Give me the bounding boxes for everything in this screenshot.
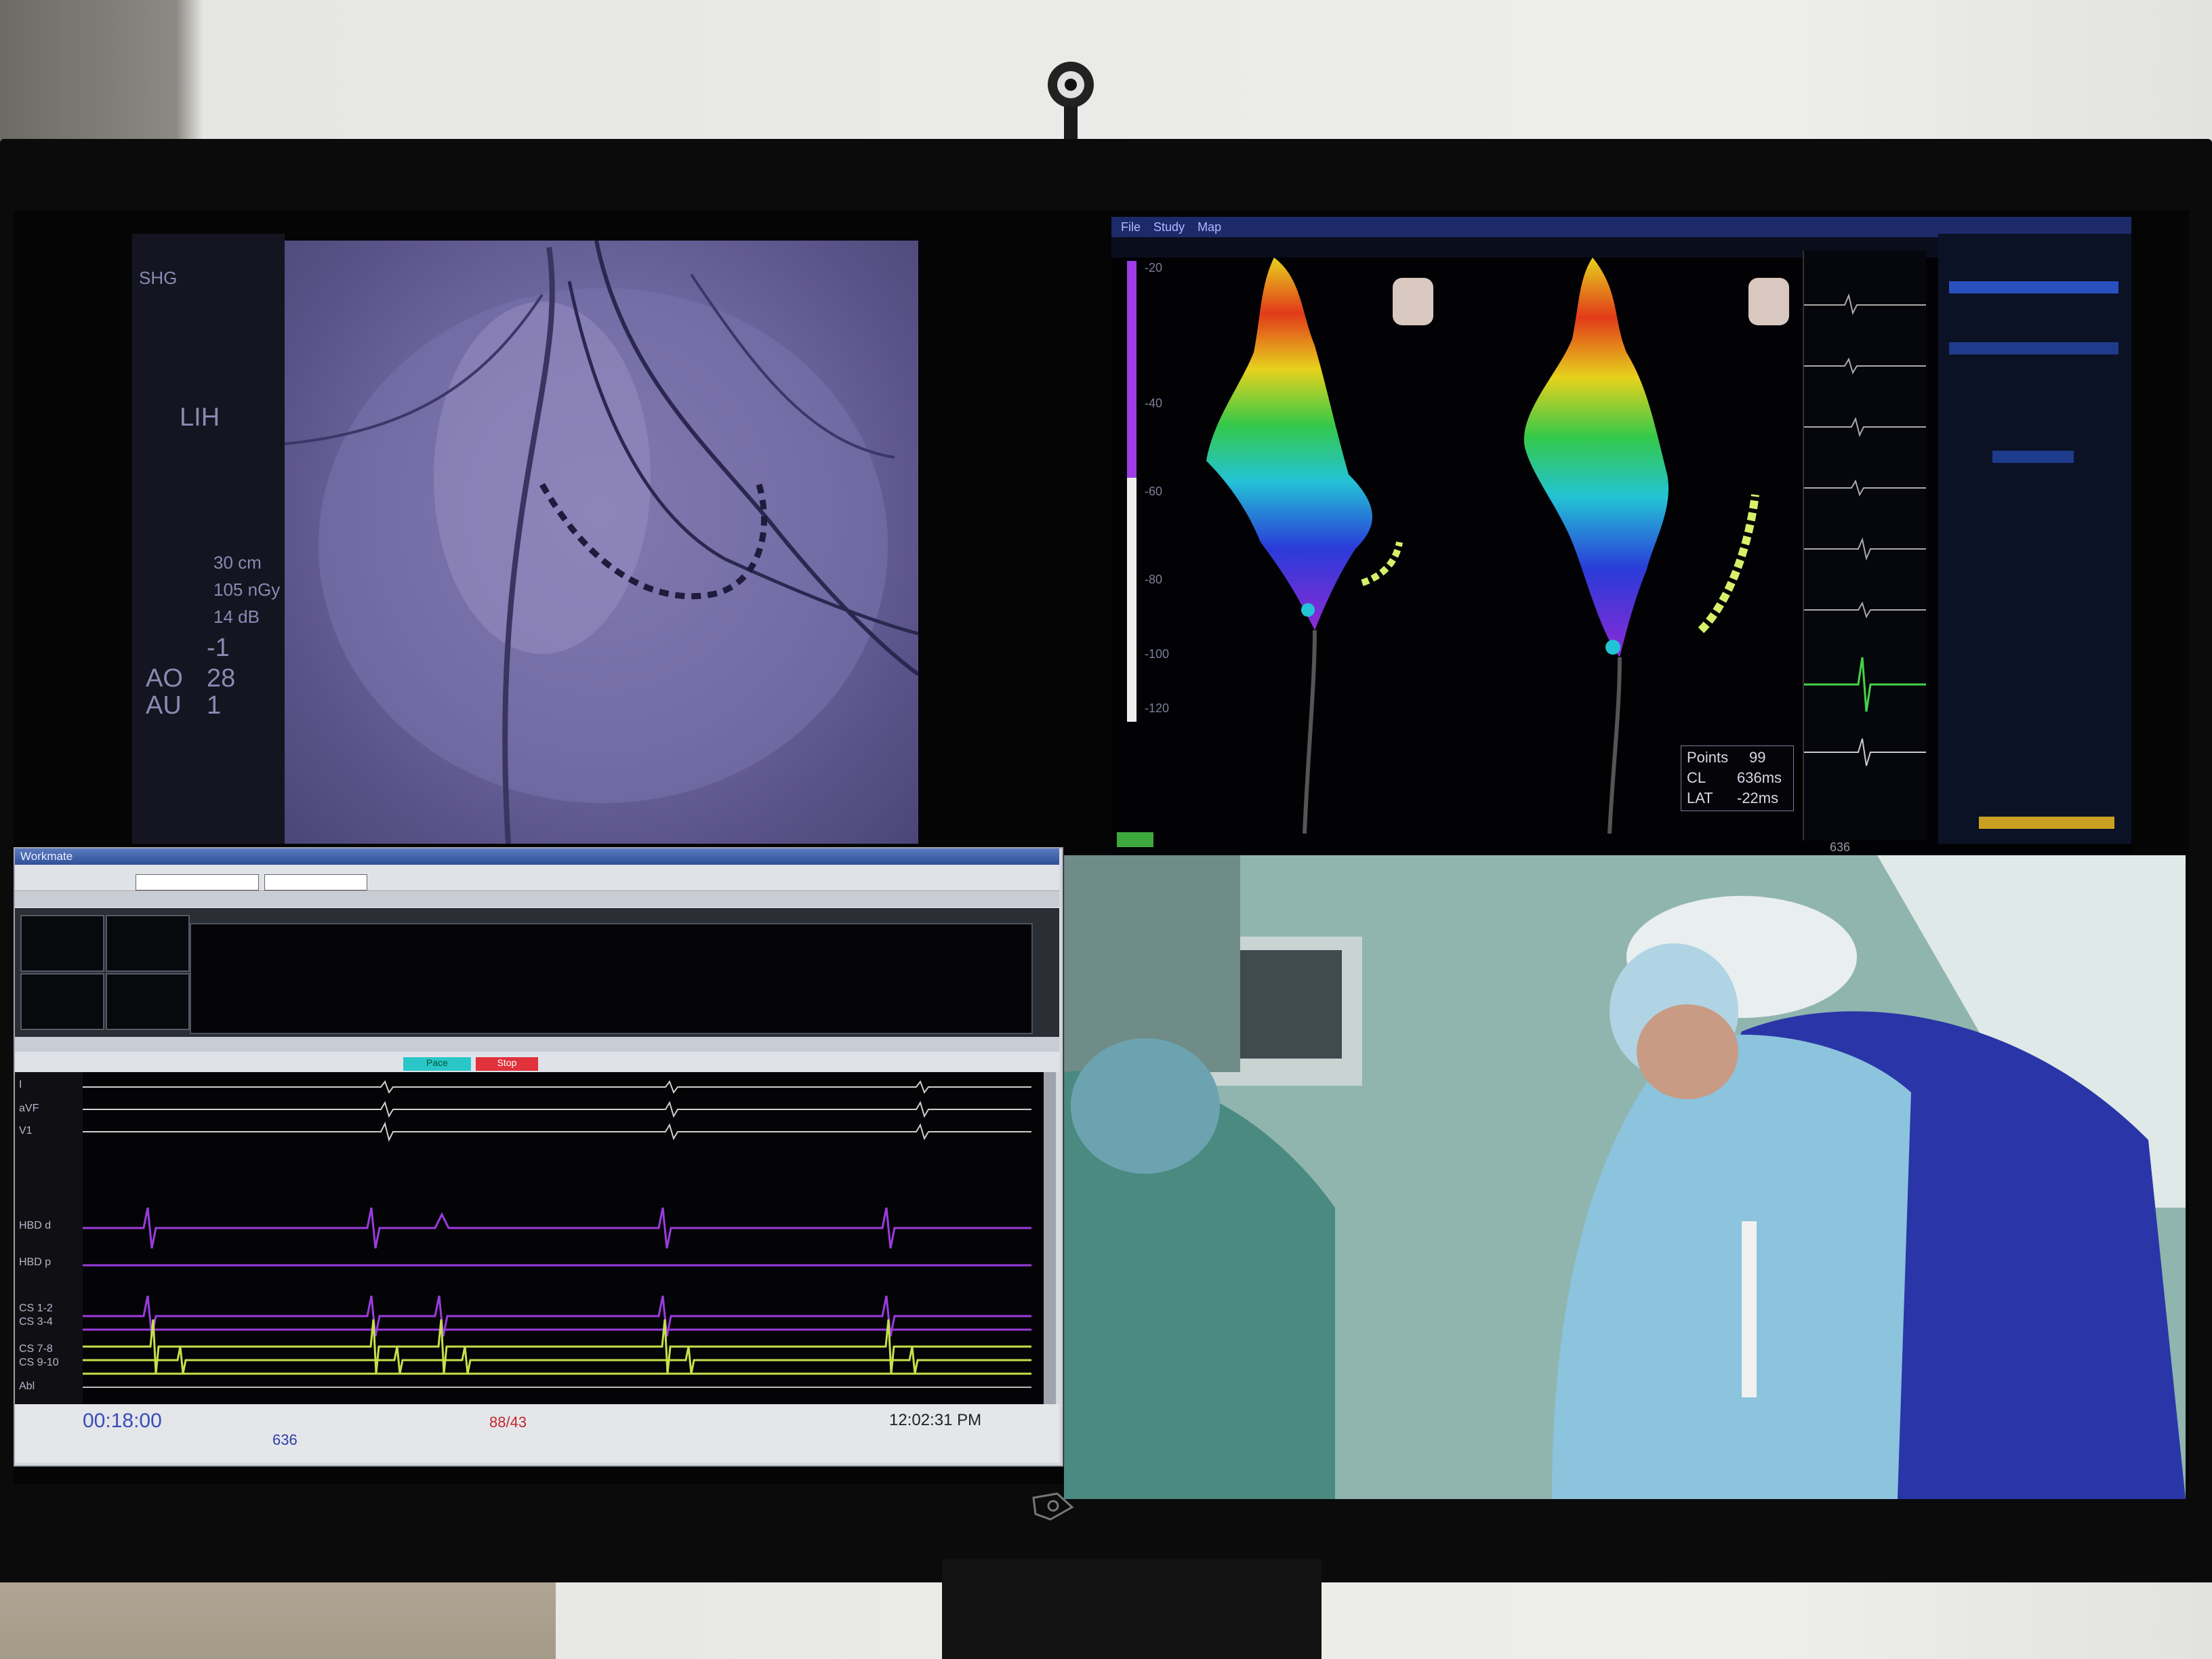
scale-label: -40 <box>1145 396 1163 410</box>
action-button[interactable] <box>1979 817 2114 829</box>
menu-file[interactable]: File <box>1121 220 1141 234</box>
fluoro-angle-label-au: AU <box>146 691 182 720</box>
review-thumbnail[interactable] <box>106 915 190 972</box>
channel-labels: I aVF V1 HBD d HBD p CS 1-2 CS 3-4 CS 7-… <box>15 1072 83 1404</box>
fluoro-angle-label-ao: AO <box>146 664 183 693</box>
ecg-strips <box>15 1072 1045 1404</box>
readout-value: -22ms <box>1737 790 1779 806</box>
scale-label: -80 <box>1145 573 1163 586</box>
monitor-stand <box>942 1559 1322 1659</box>
recording-titlebar: Workmate <box>15 848 1059 865</box>
scale-label: -120 <box>1145 701 1170 715</box>
fluoroscopy-info-panel: SHG LIH 30 cm 105 nGy 14 dB -1 AO 28 AU … <box>132 234 285 844</box>
map-status-cl: 636 <box>1830 840 1851 854</box>
footer-clock: 12:02:31 PM <box>889 1411 982 1429</box>
footer-pressure: 88/43 <box>489 1414 527 1431</box>
menu-map[interactable]: Map <box>1197 220 1221 234</box>
readout-value: 636ms <box>1737 769 1782 786</box>
readout-label: LAT <box>1687 790 1713 806</box>
fluoro-mode: SHG <box>139 268 178 288</box>
scale-label: -100 <box>1145 647 1170 661</box>
channel-label: V1 <box>19 1125 33 1136</box>
recording-title: Workmate <box>20 850 73 863</box>
menu-study[interactable]: Study <box>1153 220 1185 234</box>
webcam-icon <box>1048 62 1094 139</box>
readout-label: CL <box>1687 769 1706 786</box>
recording-dropdown-1[interactable] <box>136 874 259 890</box>
fluoro-field: 30 cm <box>213 552 262 573</box>
recording-dropdown-2[interactable] <box>264 874 367 890</box>
channel-label: Abl <box>19 1380 35 1392</box>
recording-scrollbar[interactable] <box>1044 1072 1056 1404</box>
fluoro-orientation: LIH <box>180 403 220 432</box>
channel-label: CS 3-4 <box>19 1316 53 1328</box>
status-indicator <box>1117 832 1153 847</box>
panel-tabs[interactable] <box>1949 342 2118 354</box>
review-thumbnail[interactable] <box>106 973 190 1030</box>
pace-button[interactable]: Pace <box>403 1057 471 1071</box>
channel-label: aVF <box>19 1103 39 1114</box>
recording-footer: 00:18:00 636 88/43 12:02:31 PM <box>15 1404 1059 1462</box>
map-egm-strip <box>1803 251 1926 840</box>
scale-label: -60 <box>1145 485 1163 498</box>
map-selector[interactable] <box>1949 281 2118 293</box>
footer-cycle: 636 <box>272 1431 298 1448</box>
footer-time: 00:18:00 <box>83 1410 162 1432</box>
fluoroscopy-image <box>285 241 918 844</box>
channel-label: CS 1-2 <box>19 1303 53 1314</box>
review-thumbnail[interactable] <box>20 973 104 1030</box>
map-readout-box: Points 99 CL 636ms LAT -22ms <box>1681 745 1794 811</box>
fluoro-angle-top: -1 <box>207 634 230 662</box>
channel-label: HBD p <box>19 1256 52 1268</box>
scale-label: -20 <box>1145 261 1163 274</box>
review-preview <box>190 923 1033 1034</box>
stop-button[interactable]: Stop <box>476 1057 538 1071</box>
fluoro-dose: 105 nGy <box>213 579 281 600</box>
readout-label: Points <box>1687 749 1729 766</box>
review-thumbnail[interactable] <box>20 915 104 972</box>
mapping-side-panel <box>1938 234 2131 844</box>
fluoro-angle-value-au: 1 <box>207 691 222 720</box>
channel-label: CS 7-8 <box>19 1343 53 1355</box>
review-section-header <box>15 892 1059 907</box>
panel-button[interactable] <box>1992 451 2074 463</box>
channel-label: HBD d <box>19 1220 52 1231</box>
fluoro-angle-value-ao: 28 <box>207 664 236 693</box>
heart-map-left[interactable] <box>1206 258 1403 834</box>
torso-orientation-icon-left <box>1393 278 1433 325</box>
channel-label: I <box>19 1079 22 1090</box>
lat-color-scale <box>1127 261 1136 722</box>
readout-value: 99 <box>1749 749 1766 766</box>
torso-orientation-icon-right <box>1748 278 1789 325</box>
scale-labels: -20 -40 -60 -80 -100 -120 <box>1142 261 1183 722</box>
channel-label: CS 9-10 <box>19 1357 59 1368</box>
fluoro-gain: 14 dB <box>213 607 260 627</box>
channel-section-header <box>15 1037 1059 1052</box>
room-camera-feed <box>1064 855 2186 1499</box>
